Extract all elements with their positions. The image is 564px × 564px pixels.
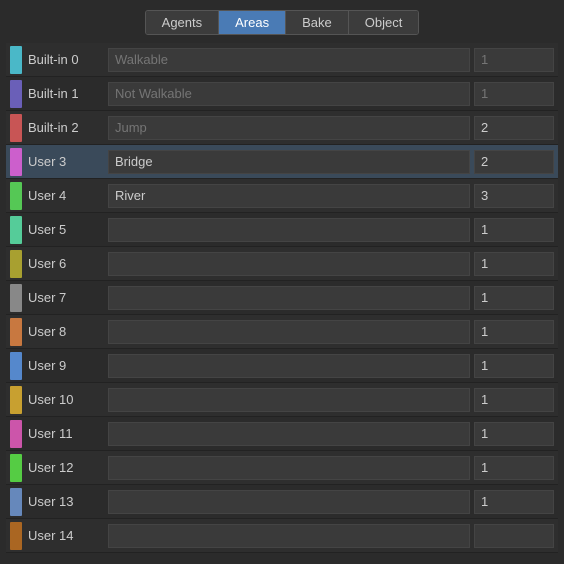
- row-label: User 13: [28, 494, 108, 509]
- area-value-input[interactable]: [474, 354, 554, 378]
- row-label: User 7: [28, 290, 108, 305]
- table-row: Built-in 1: [6, 77, 558, 111]
- area-name-input[interactable]: [108, 354, 470, 378]
- table-row: User 11: [6, 417, 558, 451]
- row-label: User 5: [28, 222, 108, 237]
- area-value-input[interactable]: [474, 320, 554, 344]
- row-label: User 14: [28, 528, 108, 543]
- area-value-input[interactable]: [474, 456, 554, 480]
- color-swatch: [10, 454, 22, 482]
- color-swatch: [10, 80, 22, 108]
- row-label: User 10: [28, 392, 108, 407]
- table-row: User 4: [6, 179, 558, 213]
- area-name-input[interactable]: [108, 286, 470, 310]
- area-value-input[interactable]: [474, 422, 554, 446]
- tab-group: AgentsAreasBakeObject: [145, 10, 420, 35]
- tab-bake[interactable]: Bake: [286, 11, 349, 34]
- row-label: Built-in 1: [28, 86, 108, 101]
- row-label: User 11: [28, 426, 108, 441]
- color-swatch: [10, 284, 22, 312]
- color-swatch: [10, 148, 22, 176]
- color-swatch: [10, 46, 22, 74]
- area-name-input[interactable]: [108, 48, 470, 72]
- row-label: User 6: [28, 256, 108, 271]
- area-name-input[interactable]: [108, 252, 470, 276]
- area-name-input[interactable]: [108, 456, 470, 480]
- area-value-input[interactable]: [474, 388, 554, 412]
- table-row: User 6: [6, 247, 558, 281]
- area-name-input[interactable]: [108, 82, 470, 106]
- area-name-input[interactable]: [108, 150, 470, 174]
- table-row: Built-in 2: [6, 111, 558, 145]
- table-row: User 10: [6, 383, 558, 417]
- table-row: User 7: [6, 281, 558, 315]
- area-name-input[interactable]: [108, 320, 470, 344]
- table-row: User 14: [6, 519, 558, 553]
- top-bar: AgentsAreasBakeObject: [0, 0, 564, 43]
- color-swatch: [10, 216, 22, 244]
- table-row: User 12: [6, 451, 558, 485]
- area-name-input[interactable]: [108, 388, 470, 412]
- table-row: User 13: [6, 485, 558, 519]
- area-value-input[interactable]: [474, 524, 554, 548]
- row-label: Built-in 2: [28, 120, 108, 135]
- area-value-input[interactable]: [474, 48, 554, 72]
- color-swatch: [10, 114, 22, 142]
- table-row: User 9: [6, 349, 558, 383]
- areas-table: Built-in 0 Built-in 1 Built-in 2 User 3 User…: [0, 43, 564, 553]
- color-swatch: [10, 386, 22, 414]
- table-row: User 8: [6, 315, 558, 349]
- row-label: User 3: [28, 154, 108, 169]
- area-value-input[interactable]: [474, 82, 554, 106]
- area-name-input[interactable]: [108, 524, 470, 548]
- row-label: User 9: [28, 358, 108, 373]
- color-swatch: [10, 420, 22, 448]
- color-swatch: [10, 488, 22, 516]
- area-name-input[interactable]: [108, 116, 470, 140]
- table-row: User 3: [6, 145, 558, 179]
- area-value-input[interactable]: [474, 252, 554, 276]
- color-swatch: [10, 522, 22, 550]
- area-value-input[interactable]: [474, 218, 554, 242]
- table-row: Built-in 0: [6, 43, 558, 77]
- area-value-input[interactable]: [474, 490, 554, 514]
- area-name-input[interactable]: [108, 184, 470, 208]
- color-swatch: [10, 250, 22, 278]
- color-swatch: [10, 318, 22, 346]
- area-name-input[interactable]: [108, 490, 470, 514]
- area-name-input[interactable]: [108, 218, 470, 242]
- area-value-input[interactable]: [474, 286, 554, 310]
- color-swatch: [10, 352, 22, 380]
- table-row: User 5: [6, 213, 558, 247]
- row-label: User 12: [28, 460, 108, 475]
- area-value-input[interactable]: [474, 116, 554, 140]
- area-value-input[interactable]: [474, 150, 554, 174]
- row-label: Built-in 0: [28, 52, 108, 67]
- tab-object[interactable]: Object: [349, 11, 419, 34]
- area-name-input[interactable]: [108, 422, 470, 446]
- row-label: User 8: [28, 324, 108, 339]
- area-value-input[interactable]: [474, 184, 554, 208]
- row-label: User 4: [28, 188, 108, 203]
- color-swatch: [10, 182, 22, 210]
- tab-areas[interactable]: Areas: [219, 11, 286, 34]
- tab-agents[interactable]: Agents: [146, 11, 219, 34]
